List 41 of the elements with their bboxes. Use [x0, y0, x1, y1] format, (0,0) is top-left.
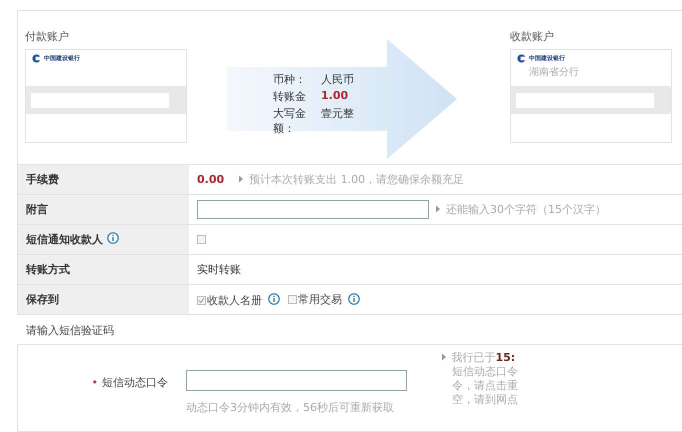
remark-field[interactable]	[197, 200, 429, 219]
row-label: 转账方式	[26, 263, 70, 276]
info-icon[interactable]	[268, 292, 280, 304]
required-mark: •	[92, 376, 98, 388]
checkbox-label: 常用交易	[298, 292, 342, 306]
checkbox-label: 收款人名册	[207, 292, 262, 308]
field-hint: 动态口令3分钟内有效，56秒后可重新获取	[186, 400, 395, 415]
bank-logo-icon	[517, 54, 526, 63]
bank-logo-icon	[32, 54, 41, 63]
summary-value: 人民币	[321, 72, 354, 86]
summary-value: 壹元整	[321, 106, 354, 122]
info-icon[interactable]	[106, 232, 119, 244]
account-label: 付款账户	[25, 29, 70, 44]
branch-name: 湖南省分行	[528, 66, 580, 79]
row-label: 附言	[26, 203, 48, 216]
hint-text: 还能输入30个字符（15个汉字）	[446, 202, 606, 217]
account-label: 收款账户	[510, 29, 555, 44]
row-label: 保存到	[26, 293, 59, 306]
summary-value: 1.00	[321, 88, 350, 104]
field-label: 短信动态口令	[102, 374, 168, 390]
notice-text: 短信动态口令	[451, 365, 518, 379]
checkbox[interactable]	[288, 294, 297, 304]
transfer-mode: 实时转账	[197, 263, 241, 276]
sms-code-field[interactable]	[186, 370, 407, 391]
arrow-icon	[435, 204, 442, 213]
row-label: 短信通知收款人	[26, 233, 103, 246]
arrow-icon	[441, 353, 448, 361]
notice-text: 空，请到网点	[451, 393, 518, 407]
summary-label: 大写金额：	[273, 106, 307, 136]
notice-text: 令，请点击重	[451, 379, 518, 393]
notice-text: 我行已于15:	[441, 351, 518, 365]
checkbox[interactable]	[197, 235, 206, 244]
row-label: 手续费	[26, 173, 59, 186]
section-title: 请输入短信验证码	[25, 323, 115, 339]
checkbox[interactable]	[197, 296, 206, 304]
summary-label: 转账金	[273, 88, 307, 104]
summary-label: 币种：	[273, 72, 307, 86]
hint-text: 预计本次转账支出 1.00，请您确保余额充足	[249, 172, 464, 187]
fee-amount: 0.00	[197, 173, 224, 186]
info-icon[interactable]	[348, 292, 360, 304]
arrow-icon	[238, 175, 246, 183]
